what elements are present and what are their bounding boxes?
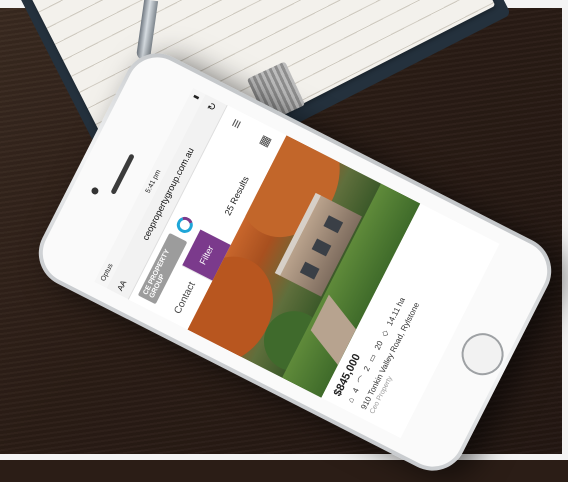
logo-mark-icon (174, 214, 196, 236)
home-button[interactable] (454, 325, 511, 383)
house-window (323, 215, 344, 234)
bed-icon: ⌂ (345, 395, 357, 405)
house-window (299, 261, 320, 280)
earpiece-speaker (110, 153, 135, 195)
house-window (311, 238, 332, 257)
car-count: 20 (372, 339, 385, 352)
results-label: 25 Results (222, 174, 251, 218)
car-icon: ▭ (366, 352, 379, 364)
photo-border-right (562, 0, 568, 460)
filter-label: Filter (197, 243, 216, 267)
bath-count: 2 (361, 364, 372, 373)
land-icon: ◇ (379, 328, 391, 339)
battery-icon: ▮ (192, 93, 201, 101)
bed-count: 4 (350, 386, 361, 395)
front-camera (90, 186, 100, 196)
contact-label: Contact (171, 279, 198, 316)
hamburger-menu-icon[interactable]: ≡ (227, 116, 246, 132)
bath-icon: ⌒ (356, 374, 369, 386)
photo-border-bottom (0, 454, 568, 460)
